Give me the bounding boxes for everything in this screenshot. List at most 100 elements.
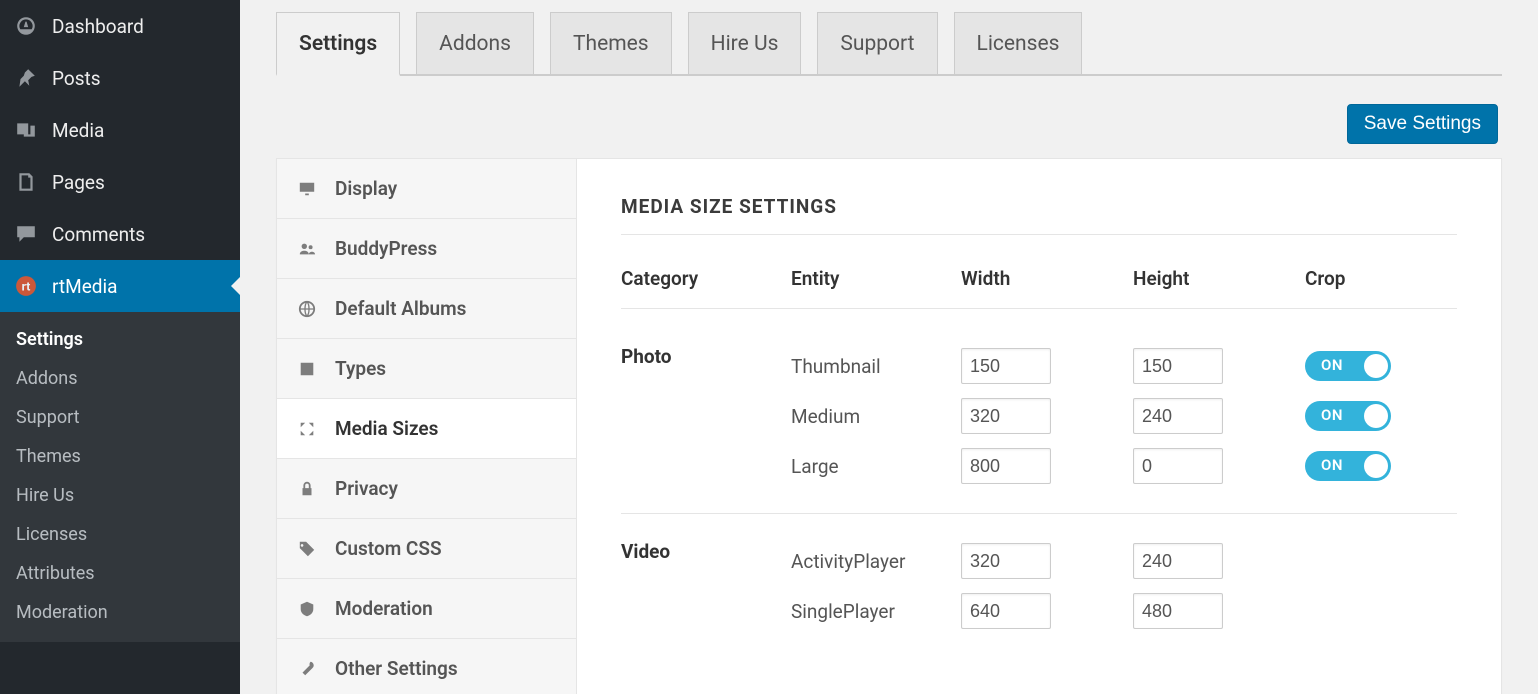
table-row: ActivityPlayer	[791, 536, 1457, 586]
col-height: Height	[1133, 267, 1305, 290]
vnav-label: Privacy	[335, 477, 398, 500]
table-row: Thumbnail ON	[791, 341, 1457, 391]
entity-label: Medium	[791, 405, 961, 428]
height-input[interactable]	[1133, 448, 1223, 484]
film-icon	[297, 359, 317, 379]
sidebar-item-label: Dashboard	[52, 15, 144, 38]
submenu-item-attributes[interactable]: Attributes	[0, 554, 240, 593]
vnav-label: Custom CSS	[335, 537, 442, 560]
sidebar-item-pages[interactable]: Pages	[0, 156, 240, 208]
entity-label: Large	[791, 455, 961, 478]
submenu-item-licenses[interactable]: Licenses	[0, 515, 240, 554]
col-category: Category	[621, 267, 791, 290]
sidebar-item-posts[interactable]: Posts	[0, 52, 240, 104]
table-row: Large ON	[791, 441, 1457, 491]
height-input[interactable]	[1133, 398, 1223, 434]
sidebar-item-label: Media	[52, 119, 104, 142]
vnav-display[interactable]: Display	[277, 159, 576, 219]
sidebar-item-label: rtMedia	[52, 275, 117, 298]
group-photo: Photo Thumbnail ON Medium ON	[621, 319, 1457, 514]
vnav-custom-css[interactable]: Custom CSS	[277, 519, 576, 579]
section-heading: MEDIA SIZE SETTINGS	[621, 195, 1457, 235]
save-settings-button[interactable]: Save Settings	[1347, 104, 1498, 144]
rtmedia-icon: rt	[14, 274, 38, 298]
col-crop: Crop	[1305, 267, 1425, 290]
sidebar-item-rtmedia[interactable]: rt rtMedia	[0, 260, 240, 312]
width-input[interactable]	[961, 543, 1051, 579]
vnav-buddypress[interactable]: BuddyPress	[277, 219, 576, 279]
submenu-item-settings[interactable]: Settings	[0, 320, 240, 359]
vnav-media-sizes[interactable]: Media Sizes	[277, 399, 576, 459]
crop-toggle[interactable]: ON	[1305, 401, 1391, 431]
height-input[interactable]	[1133, 593, 1223, 629]
width-input[interactable]	[961, 448, 1051, 484]
vnav-types[interactable]: Types	[277, 339, 576, 399]
vnav-default-albums[interactable]: Default Albums	[277, 279, 576, 339]
pin-icon	[14, 66, 38, 90]
entity-label: ActivityPlayer	[791, 550, 961, 573]
group-video: Video ActivityPlayer SinglePlayer	[621, 514, 1457, 658]
group-label: Photo	[621, 341, 791, 491]
submenu-item-moderation[interactable]: Moderation	[0, 593, 240, 632]
submenu-item-support[interactable]: Support	[0, 398, 240, 437]
width-input[interactable]	[961, 348, 1051, 384]
submenu-item-themes[interactable]: Themes	[0, 437, 240, 476]
vnav-label: Display	[335, 177, 397, 200]
table-row: Medium ON	[791, 391, 1457, 441]
col-entity: Entity	[791, 267, 961, 290]
expand-icon	[297, 419, 317, 439]
globe-icon	[297, 299, 317, 319]
vnav-label: Moderation	[335, 597, 433, 620]
sidebar-item-comments[interactable]: Comments	[0, 208, 240, 260]
tab-hireus[interactable]: Hire Us	[688, 12, 802, 74]
main-area: Settings Addons Themes Hire Us Support L…	[240, 0, 1538, 694]
comments-icon	[14, 222, 38, 246]
tab-bar: Settings Addons Themes Hire Us Support L…	[276, 12, 1502, 76]
shield-icon	[297, 599, 317, 619]
pages-icon	[14, 170, 38, 194]
width-input[interactable]	[961, 398, 1051, 434]
vnav-label: BuddyPress	[335, 237, 437, 260]
group-label: Video	[621, 536, 791, 636]
vnav-label: Other Settings	[335, 657, 458, 680]
table-header: Category Entity Width Height Crop	[621, 257, 1457, 309]
table-row: SinglePlayer	[791, 586, 1457, 636]
submenu-item-addons[interactable]: Addons	[0, 359, 240, 398]
sidebar-item-dashboard[interactable]: Dashboard	[0, 0, 240, 52]
vnav-moderation[interactable]: Moderation	[277, 579, 576, 639]
tab-themes[interactable]: Themes	[550, 12, 672, 74]
tag-icon	[297, 539, 317, 559]
sidebar-item-label: Comments	[52, 223, 145, 246]
crop-toggle[interactable]: ON	[1305, 451, 1391, 481]
vnav-label: Default Albums	[335, 297, 466, 320]
vnav-privacy[interactable]: Privacy	[277, 459, 576, 519]
vnav-other-settings[interactable]: Other Settings	[277, 639, 576, 694]
entity-label: SinglePlayer	[791, 600, 961, 623]
tab-addons[interactable]: Addons	[416, 12, 534, 74]
lock-icon	[297, 479, 317, 499]
tab-settings[interactable]: Settings	[276, 12, 400, 76]
vnav-label: Types	[335, 357, 386, 380]
settings-content: MEDIA SIZE SETTINGS Category Entity Widt…	[577, 159, 1501, 694]
height-input[interactable]	[1133, 348, 1223, 384]
media-icon	[14, 118, 38, 142]
wrench-icon	[297, 659, 317, 679]
sidebar-item-label: Pages	[52, 171, 105, 194]
tab-support[interactable]: Support	[817, 12, 937, 74]
monitor-icon	[297, 179, 317, 199]
vnav-label: Media Sizes	[335, 417, 438, 440]
sidebar-item-label: Posts	[52, 67, 101, 90]
height-input[interactable]	[1133, 543, 1223, 579]
crop-toggle[interactable]: ON	[1305, 351, 1391, 381]
sidebar-item-media[interactable]: Media	[0, 104, 240, 156]
dashboard-icon	[14, 14, 38, 38]
wp-admin-sidebar: Dashboard Posts Media Pages Comments rt …	[0, 0, 240, 694]
toggle-knob	[1364, 454, 1388, 478]
toggle-knob	[1364, 404, 1388, 428]
submenu-item-hireus[interactable]: Hire Us	[0, 476, 240, 515]
settings-panel: Display BuddyPress Default Albums Types …	[276, 158, 1502, 694]
users-icon	[297, 239, 317, 259]
width-input[interactable]	[961, 593, 1051, 629]
settings-side-nav: Display BuddyPress Default Albums Types …	[277, 159, 577, 694]
tab-licenses[interactable]: Licenses	[954, 12, 1083, 74]
